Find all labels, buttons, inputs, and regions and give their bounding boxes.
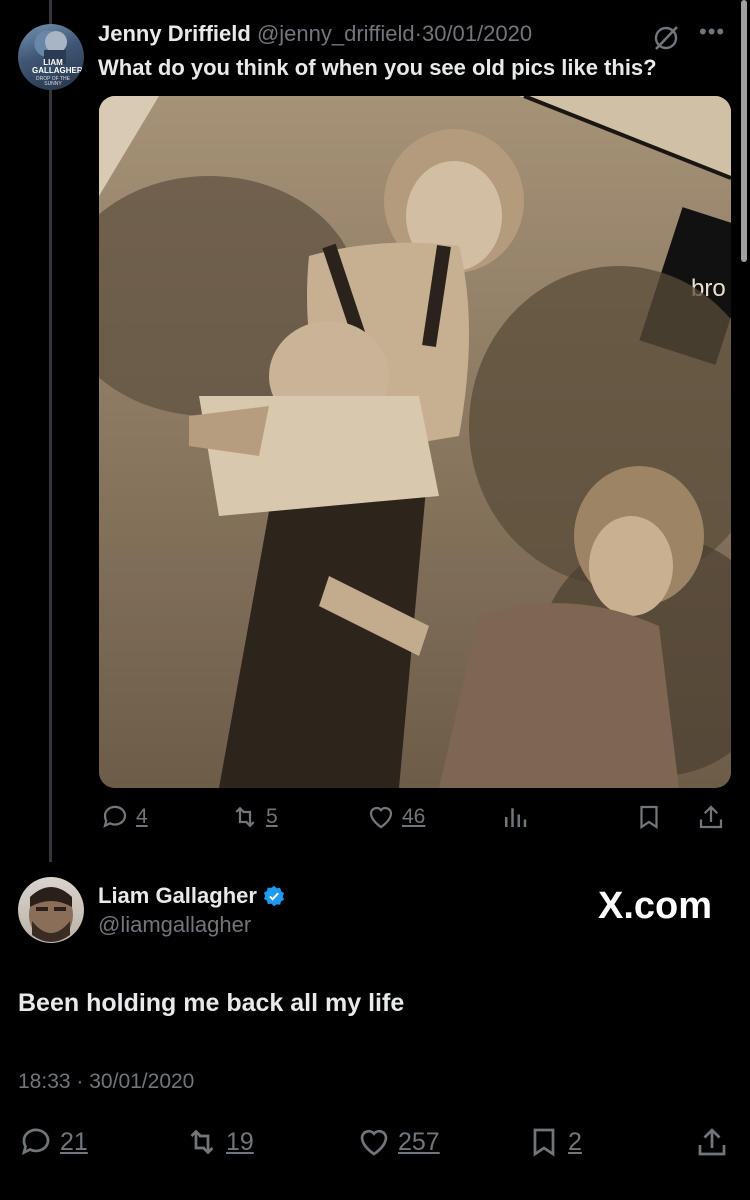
tweet-time: 18:33	[18, 1070, 71, 1093]
like-button[interactable]: 46	[366, 802, 425, 832]
like-icon	[360, 1129, 388, 1156]
like-count: 257	[398, 1127, 440, 1156]
tweet-photo[interactable]: bro	[99, 96, 731, 788]
x-com-watermark: X.com	[598, 885, 713, 927]
reply-icon	[21, 1128, 50, 1156]
share-icon	[699, 805, 723, 829]
grok-icon[interactable]	[652, 24, 680, 52]
views-button[interactable]	[500, 802, 530, 832]
tweet-date: 30/01/2020	[89, 1070, 195, 1093]
tweet-text: What do you think of when you see old pi…	[98, 55, 657, 80]
author-name[interactable]: Jenny Driffield	[98, 21, 251, 46]
bookmark-button[interactable]: 2	[526, 1124, 582, 1160]
bookmark-icon	[640, 805, 658, 830]
tweet-header: Jenny Driffield @jenny_driffield·30/01/2…	[98, 20, 532, 48]
repost-icon	[235, 806, 255, 828]
repost-count: 5	[266, 805, 278, 828]
verified-icon	[263, 885, 285, 907]
like-icon	[369, 806, 393, 829]
tweet-date[interactable]: 30/01/2020	[422, 21, 532, 46]
share-icon	[698, 1128, 726, 1156]
scrollbar[interactable]	[741, 0, 747, 262]
avatar[interactable]: LIAM GALLAGHER DROP OF THE SUNNY	[18, 24, 84, 90]
separator: ·	[414, 21, 422, 46]
tweet-text: Been holding me back all my life	[18, 989, 405, 1017]
tweet-timestamp[interactable]: 18:33 · 30/01/2020	[18, 1068, 194, 1096]
reply-count: 4	[136, 805, 148, 828]
like-button[interactable]: 257	[356, 1124, 440, 1160]
author-name[interactable]: Liam Gallagher	[98, 882, 285, 910]
share-button[interactable]	[694, 1124, 730, 1160]
views-icon	[505, 808, 527, 827]
author-handle[interactable]: @liamgallagher	[98, 911, 251, 939]
bookmark-icon	[533, 1128, 555, 1157]
repost-icon	[190, 1129, 214, 1155]
repost-button[interactable]: 19	[184, 1124, 254, 1160]
avatar[interactable]	[18, 877, 84, 943]
thread-line	[49, 0, 52, 862]
repost-button[interactable]: 5	[230, 802, 278, 832]
separator: ·	[76, 1070, 84, 1093]
avatar-subtext: DROP OF THE SUNNY	[36, 76, 70, 87]
like-count: 46	[402, 805, 426, 828]
bookmark-button[interactable]	[634, 802, 664, 832]
author-handle[interactable]: @jenny_driffield	[257, 21, 415, 46]
repost-count: 19	[226, 1127, 254, 1156]
reply-count: 21	[60, 1127, 88, 1156]
more-icon[interactable]: •••	[699, 21, 733, 43]
avatar-text: LIAM GALLAGHER	[32, 58, 83, 75]
reply-icon	[103, 805, 127, 828]
reply-button[interactable]: 21	[18, 1124, 88, 1160]
share-button[interactable]	[696, 802, 726, 832]
author-name-text[interactable]: Liam Gallagher	[98, 882, 257, 910]
tweet-actions: 21 19 257 2	[0, 1124, 750, 1164]
bookmark-count: 2	[568, 1127, 582, 1156]
reply-button[interactable]: 4	[100, 802, 148, 832]
tweet-actions: 4 5 46	[0, 802, 750, 838]
